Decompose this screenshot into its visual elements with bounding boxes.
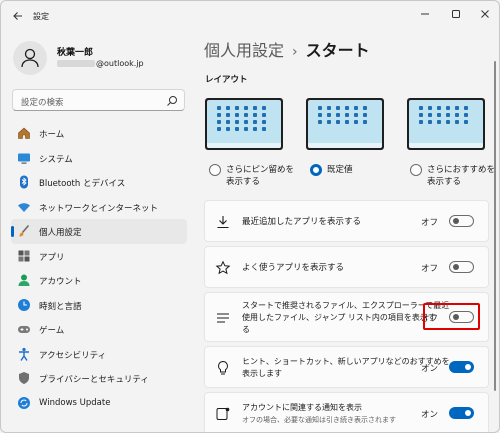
- brush-icon: [19, 224, 30, 237]
- setting-label: スタートで推奨されるファイル、エクスプローラーで最近 使用したファイル、ジャンプ …: [242, 301, 450, 334]
- star-icon: [215, 260, 231, 275]
- maximize-icon: [452, 10, 460, 18]
- sidebar-item-accessibility[interactable]: アクセシビリティ: [11, 342, 187, 367]
- toggle-state: オフ: [420, 218, 438, 228]
- sidebar-item-label: プライバシーとセキュリティ: [39, 375, 149, 385]
- sidebar-item-privacy[interactable]: プライバシーとセキュリティ: [11, 366, 187, 391]
- radio-label-default: 既定値: [327, 165, 353, 175]
- sidebar-item-label: アカウント: [39, 277, 82, 287]
- accessibility-icon: [19, 347, 29, 361]
- setting-row-tips: ヒント、ショートカット、新しいアプリなどのおすすめを 表示します オン: [204, 346, 489, 388]
- sidebar-item-label: ホーム: [39, 130, 65, 140]
- minimize-button[interactable]: [413, 5, 437, 23]
- apps-icon: [18, 250, 30, 261]
- title-bar: 設定: [1, 1, 499, 31]
- sidebar-item-label: ゲーム: [39, 326, 65, 336]
- user-icon: [21, 48, 39, 68]
- sidebar-item-label: Bluetooth とデバイス: [39, 179, 126, 189]
- sidebar-item-personalization[interactable]: 個人用設定: [11, 219, 187, 244]
- monitor-icon: [18, 153, 30, 164]
- sidebar-item-bluetooth[interactable]: Bluetooth とデバイス: [11, 170, 187, 195]
- radio-more-pins[interactable]: [209, 164, 221, 176]
- setting-label: アカウントに関連する通知を表示 オフの場合、必要な通知は引き続き表示されます: [242, 403, 396, 424]
- sidebar-item-system[interactable]: システム: [11, 146, 187, 171]
- layout-thumbnail-more-pins[interactable]: [205, 98, 283, 150]
- settings-window: 設定 秋葉一郎 @outlook.jp 設定の検索 ホーム システム Bluet…: [0, 0, 500, 433]
- setting-label: よく使うアプリを表示する: [242, 263, 345, 273]
- toggle-state: オン: [420, 410, 438, 420]
- setting-label: 最近追加したアプリを表示する: [242, 217, 362, 227]
- sidebar-item-label: ネットワークとインターネット: [39, 203, 159, 214]
- back-arrow-icon: [13, 12, 22, 20]
- avatar[interactable]: [13, 41, 47, 75]
- layout-thumbnail-more-recommendations[interactable]: [407, 98, 485, 150]
- sidebar-item-network[interactable]: ネットワークとインターネット: [11, 195, 187, 220]
- setting-label: ヒント、ショートカット、新しいアプリなどのおすすめを 表示します: [242, 357, 450, 378]
- setting-row-account-notifications: アカウントに関連する通知を表示 オフの場合、必要な通知は引き続き表示されます オン: [204, 392, 489, 432]
- notification-icon: [216, 407, 230, 420]
- sidebar-item-accounts[interactable]: アカウント: [11, 268, 187, 293]
- toggle-switch[interactable]: [449, 361, 474, 373]
- sidebar-item-windows-update[interactable]: Windows Update: [11, 391, 187, 416]
- maximize-button[interactable]: [444, 5, 468, 23]
- profile-email: @outlook.jp: [57, 59, 144, 68]
- toggle-switch[interactable]: [449, 407, 474, 419]
- minimize-icon: [421, 13, 429, 15]
- back-button[interactable]: [9, 7, 27, 25]
- setting-row-recent-apps: 最近追加したアプリを表示する オフ: [204, 200, 489, 242]
- sidebar-item-gaming[interactable]: ゲーム: [11, 317, 187, 342]
- radio-label-more-recommendations: さらにおすすめを 表示する: [427, 165, 496, 187]
- sidebar-item-label: 時刻と言語: [39, 301, 82, 312]
- highlight-box: [423, 303, 480, 330]
- list-icon: [217, 313, 229, 323]
- search-placeholder: 設定の検索: [21, 98, 64, 108]
- lightbulb-icon: [218, 360, 228, 375]
- layout-section-title: レイアウト: [205, 75, 248, 85]
- sidebar-item-label: アクセシビリティ: [39, 350, 107, 361]
- breadcrumb-separator: ›: [292, 44, 298, 60]
- download-icon: [217, 216, 229, 229]
- app-title: 設定: [33, 12, 49, 21]
- account-icon: [18, 274, 30, 286]
- sidebar-item-label: 個人用設定: [39, 228, 82, 238]
- breadcrumb-parent[interactable]: 個人用設定: [204, 41, 284, 60]
- sidebar-nav: ホーム システム Bluetooth とデバイス ネットワークとインターネット …: [11, 121, 187, 415]
- search-icon[interactable]: [166, 95, 178, 107]
- sidebar-item-label: システム: [39, 154, 73, 165]
- toggle-switch[interactable]: [449, 215, 474, 227]
- toggle-switch[interactable]: [449, 261, 474, 273]
- sidebar-item-time-language[interactable]: 時刻と言語: [11, 293, 187, 318]
- wifi-icon: [18, 202, 30, 212]
- layout-thumbnail-default[interactable]: [306, 98, 384, 150]
- radio-more-recommendations[interactable]: [410, 164, 422, 176]
- shield-icon: [19, 372, 29, 384]
- scrollbar[interactable]: [494, 61, 496, 391]
- gamepad-icon: [18, 326, 30, 333]
- page-title: スタート: [305, 41, 370, 60]
- setting-row-most-used: よく使うアプリを表示する オフ: [204, 246, 489, 288]
- bluetooth-icon: [20, 175, 28, 189]
- radio-default[interactable]: [310, 164, 322, 176]
- email-redaction: [57, 60, 95, 67]
- home-icon: [18, 127, 30, 139]
- sidebar-item-label: Windows Update: [39, 397, 111, 408]
- radio-label-more-pins: さらにピン留めを 表示する: [226, 165, 295, 187]
- toggle-state: オン: [420, 364, 438, 374]
- breadcrumb: 個人用設定 › スタート: [204, 37, 370, 61]
- search-input[interactable]: 設定の検索: [12, 89, 185, 111]
- sidebar-item-apps[interactable]: アプリ: [11, 244, 187, 269]
- toggle-state: オフ: [420, 264, 438, 274]
- close-icon: [481, 10, 489, 18]
- profile-name: 秋葉一郎: [57, 48, 94, 58]
- clock-globe-icon: [18, 298, 30, 311]
- sidebar-item-label: アプリ: [39, 252, 65, 263]
- sidebar-item-home[interactable]: ホーム: [11, 121, 187, 146]
- close-button[interactable]: [473, 5, 497, 23]
- update-icon: [18, 396, 30, 409]
- profile-email-domain: @outlook.jp: [96, 59, 144, 68]
